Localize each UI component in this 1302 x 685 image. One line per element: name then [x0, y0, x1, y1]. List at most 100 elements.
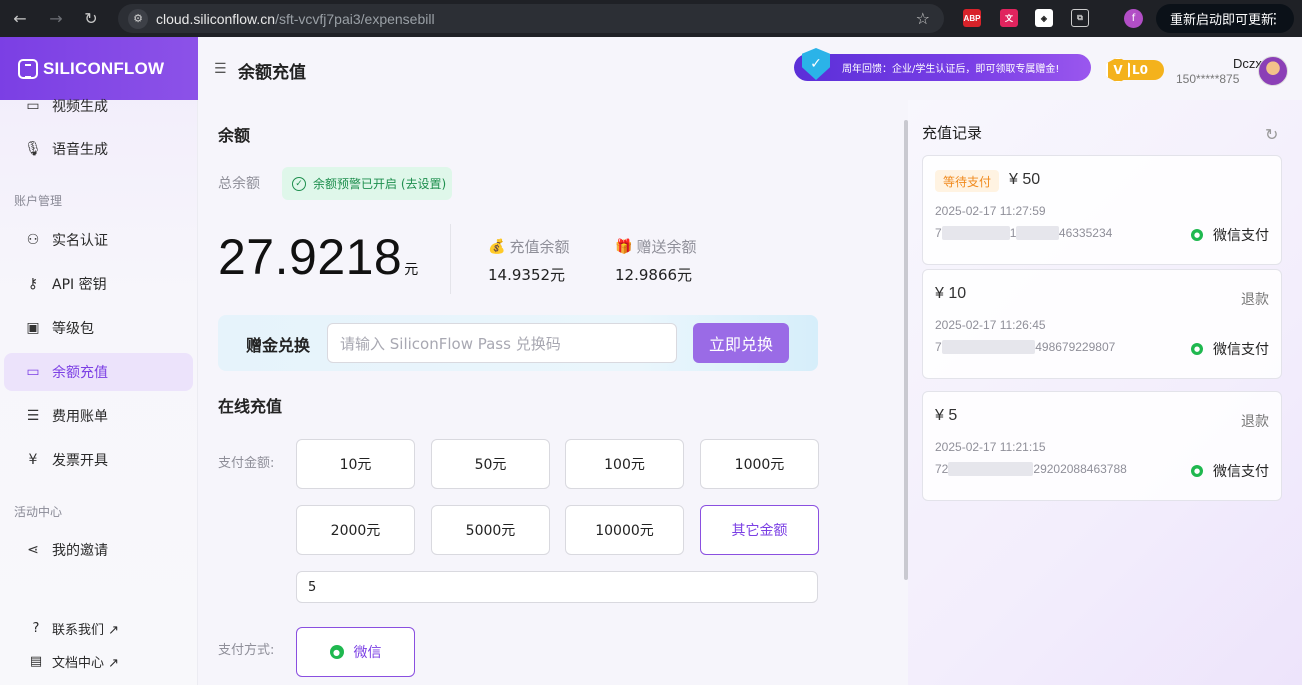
alert-text: 余额预警已开启 (去设置): [313, 177, 447, 191]
divider: [450, 224, 451, 294]
package-icon: ▣: [26, 320, 40, 336]
sidebar: SILICONFLOW ▭ 视频生成 🎙︎ 语音生成 账户管理 ⚇ 实名认证 ⚷…: [0, 37, 198, 685]
video-icon: ▭: [26, 98, 40, 114]
sidebar-item-level-package[interactable]: ▣ 等级包: [4, 309, 193, 347]
record-amount: ¥ 10: [935, 285, 967, 302]
refresh-icon[interactable]: ↻: [1265, 125, 1278, 144]
record-paytype: ● 微信支付: [1191, 339, 1269, 359]
key-icon: ⚷: [27, 276, 39, 292]
sidebar-item-label: 视频生成: [52, 99, 108, 115]
promo-banner[interactable]: ✓ 周年回馈：企业/学生认证后，即可领取专属赠金!: [794, 48, 1091, 81]
bookmark-star-icon[interactable]: ☆: [916, 9, 930, 28]
reload-icon[interactable]: ↻: [80, 7, 102, 29]
user-phone: 150*****875: [1176, 72, 1240, 86]
pay-method-label: 支付方式:: [218, 643, 275, 658]
sidebar-item-label: 费用账单: [52, 409, 108, 425]
custom-amount-input[interactable]: 5: [296, 571, 818, 603]
recharge-balance-label: 💰 充值余额: [488, 236, 569, 257]
recharge-balance-text: 充值余额: [509, 238, 570, 256]
site-settings-icon[interactable]: ⚙: [128, 8, 148, 29]
docs-center-link[interactable]: ▤ 文档中心 ↗: [28, 652, 119, 671]
sidebar-item-api-keys[interactable]: ⚷ API 密钥: [4, 265, 193, 303]
pay-method-text: 微信: [353, 645, 382, 661]
amount-option-2000[interactable]: 2000元: [296, 505, 415, 555]
cube-extension-icon[interactable]: ◈: [1035, 9, 1053, 27]
record-card[interactable]: ¥ 5 退款 2025-02-17 11:21:15 72██████████2…: [922, 391, 1282, 501]
redeem-button[interactable]: 立即兑换: [693, 323, 789, 363]
record-card[interactable]: 等待支付 ¥ 50 2025-02-17 11:27:59 7████████1…: [922, 155, 1282, 265]
amount-option-50[interactable]: 50元: [431, 439, 550, 489]
adblock-extension-icon[interactable]: ABP: [963, 9, 981, 27]
record-time: 2025-02-17 11:21:15: [935, 440, 1046, 454]
address-bar[interactable]: ⚙ cloud.siliconflow.cn/sft-vcvfj7pai3/ex…: [118, 4, 944, 33]
page-header: ☰ 余额充值 ✓ 周年回馈：企业/学生认证后，即可领取专属赠金! V L0 Dc…: [198, 37, 1302, 100]
bill-icon: ☰: [26, 408, 40, 424]
record-order-id: 7███████████498679229807: [935, 340, 1116, 354]
sidebar-item-verification[interactable]: ⚇ 实名认证: [4, 221, 193, 259]
wechat-pay-option[interactable]: ● 微信: [296, 627, 415, 677]
gift-icon: 🎁: [615, 238, 633, 255]
money-bag-icon: 💰: [488, 238, 506, 255]
amount-option-10000[interactable]: 10000元: [565, 505, 684, 555]
sidebar-item-invites[interactable]: ⋖ 我的邀请: [4, 531, 193, 569]
total-balance-label: 总余额: [218, 176, 260, 192]
refund-link[interactable]: 退款: [1241, 411, 1269, 431]
profile-avatar[interactable]: f: [1124, 9, 1143, 28]
amount-option-5000[interactable]: 5000元: [431, 505, 550, 555]
gift-balance-value: 12.9866元: [615, 266, 693, 284]
record-time: 2025-02-17 11:27:59: [935, 204, 1046, 218]
record-paytype: ● 微信支付: [1191, 461, 1269, 481]
back-icon[interactable]: ←: [9, 7, 31, 29]
wechat-icon: ●: [1191, 465, 1203, 477]
redeem-section: 赠金兑换 请输入 SiliconFlow Pass 兑换码 立即兑换: [218, 315, 818, 371]
doc-icon: ▤: [29, 654, 43, 669]
relaunch-update-button[interactable]: 重新启动即可更新 ⋮: [1156, 4, 1294, 33]
main-content: 余额 总余额 ✓ 余额预警已开启 (去设置) 27.9218 元 💰 充值余额 1…: [198, 100, 902, 685]
wechat-icon: ●: [329, 645, 344, 659]
vip-icon: V: [1106, 57, 1130, 83]
level-badge[interactable]: V L0: [1106, 57, 1164, 83]
browser-toolbar: ← → ↻ ⚙ cloud.siliconflow.cn/sft-vcvfj7p…: [0, 0, 1302, 37]
more-menu-icon[interactable]: ⋮: [1268, 11, 1282, 27]
sidebar-item-speech[interactable]: 🎙︎ 语音生成: [4, 130, 193, 168]
translate-extension-icon[interactable]: 文: [1000, 9, 1018, 27]
amount-option-100[interactable]: 100元: [565, 439, 684, 489]
amount-option-10[interactable]: 10元: [296, 439, 415, 489]
balance-alert-badge[interactable]: ✓ 余额预警已开启 (去设置): [282, 167, 452, 200]
level-label: L0: [1132, 63, 1148, 77]
record-order-id: 72██████████29202088463788: [935, 462, 1127, 476]
record-order-id: 7████████1█████46335234: [935, 226, 1113, 240]
page-title: 余额充值: [238, 63, 306, 83]
shield-check-icon: ✓: [802, 48, 830, 80]
check-circle-icon: ✓: [292, 176, 306, 191]
sidebar-item-invoice[interactable]: ¥ 发票开具: [4, 441, 193, 479]
collapse-menu-icon[interactable]: ☰: [214, 61, 227, 77]
forward-icon[interactable]: →: [45, 7, 67, 29]
brand-name: SILICONFLOW: [43, 58, 165, 78]
section-activity: 活动中心: [14, 505, 63, 519]
sidebar-item-label: 实名认证: [52, 233, 108, 249]
amount-option-other[interactable]: 其它金额: [700, 505, 819, 555]
avatar[interactable]: [1258, 56, 1288, 86]
siliconflow-logo-icon: [18, 58, 38, 79]
record-amount: ¥ 50: [1009, 171, 1041, 188]
refund-link[interactable]: 退款: [1241, 289, 1269, 309]
gift-balance-label: 🎁 赠送余额: [615, 236, 696, 257]
sidebar-item-label: 语音生成: [52, 142, 108, 158]
contact-us-link[interactable]: ? 联系我们 ↗: [28, 619, 119, 638]
redeem-label: 赠金兑换: [246, 336, 311, 355]
sidebar-item-recharge[interactable]: ▭ 余额充值: [4, 353, 193, 391]
pay-amount-label: 支付金额:: [218, 456, 275, 471]
wechat-icon: ●: [1191, 229, 1203, 241]
record-amount: ¥ 5: [935, 407, 958, 424]
recharge-records-panel: 充值记录 ↻ 等待支付 ¥ 50 2025-02-17 11:27:59 7██…: [908, 100, 1302, 685]
records-title: 充值记录: [922, 124, 983, 142]
gift-balance-text: 赠送余额: [636, 238, 697, 256]
redeem-code-input[interactable]: 请输入 SiliconFlow Pass 兑换码: [327, 323, 677, 363]
sidebar-item-bills[interactable]: ☰ 费用账单: [4, 397, 193, 435]
sidebar-item-video[interactable]: ▭ 视频生成: [4, 87, 193, 125]
total-balance-unit: 元: [404, 261, 419, 277]
amount-option-1000[interactable]: 1000元: [700, 439, 819, 489]
extensions-puzzle-icon[interactable]: ⧉: [1071, 9, 1089, 27]
record-card[interactable]: ¥ 10 退款 2025-02-17 11:26:45 7███████████…: [922, 269, 1282, 379]
